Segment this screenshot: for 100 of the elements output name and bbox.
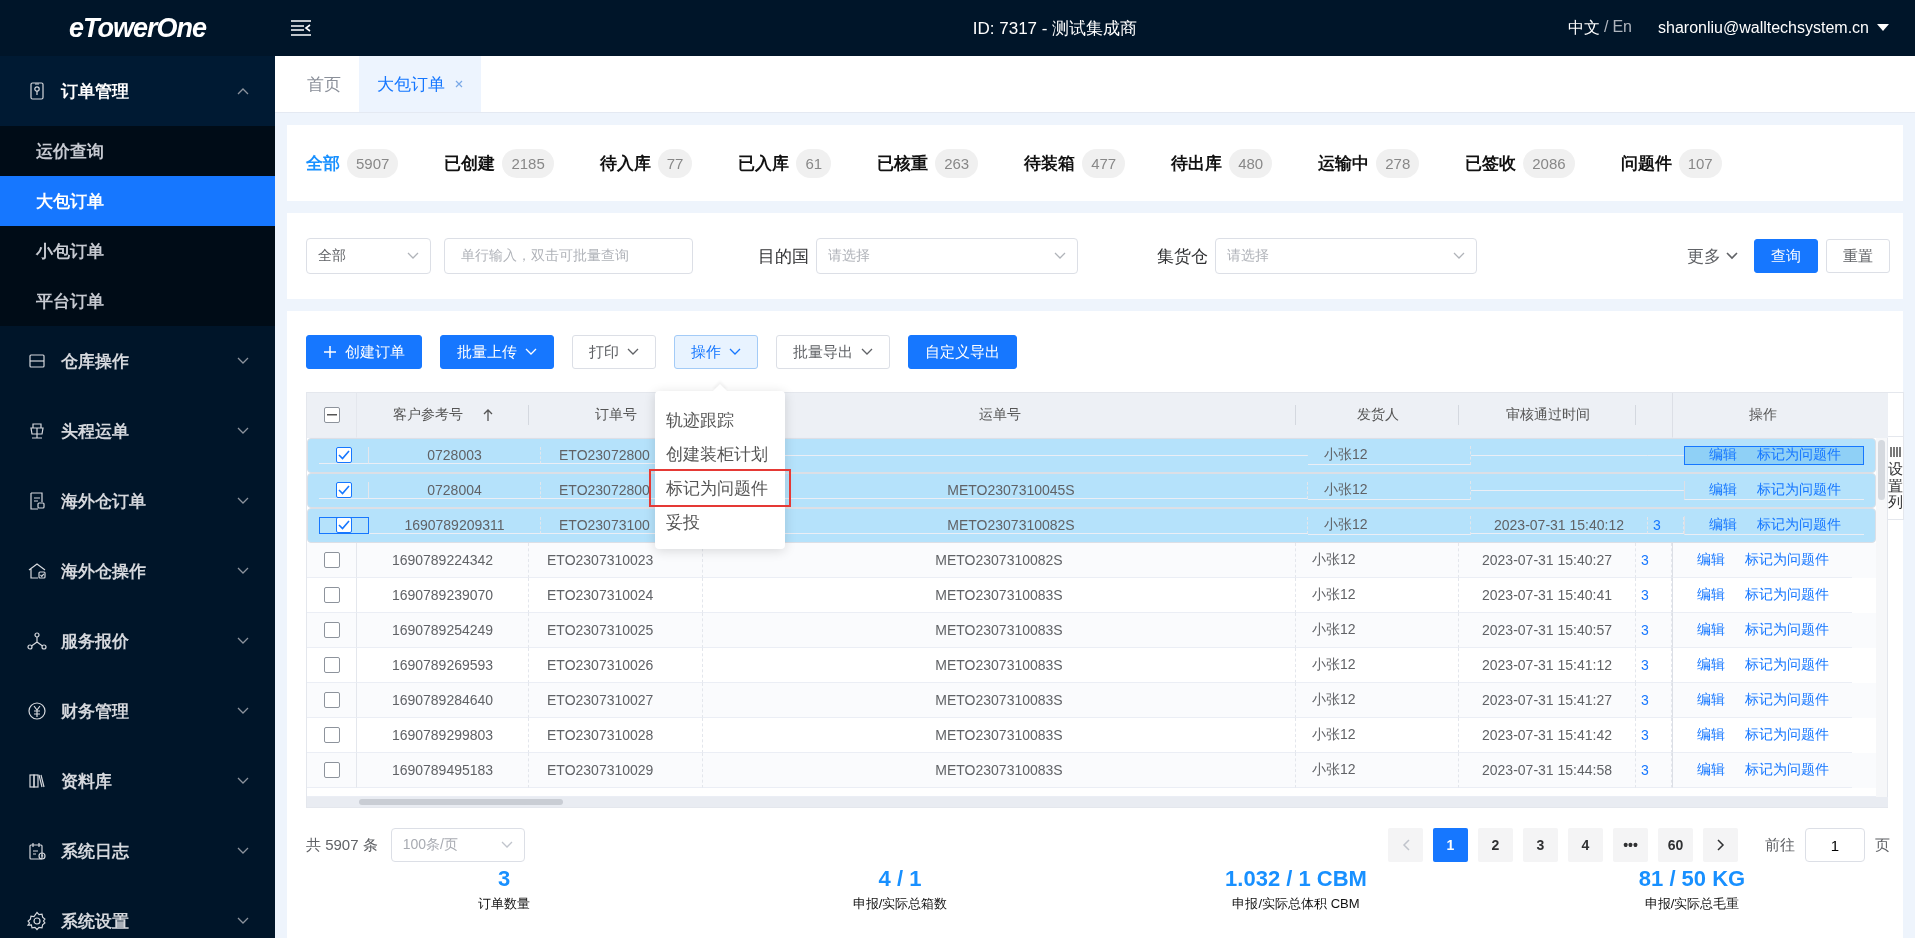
more-toggle[interactable]: 更多 [1687, 244, 1738, 268]
toolbar-button[interactable]: 操作 [674, 335, 758, 369]
column-header[interactable]: 操作 [1748, 406, 1777, 424]
check-icon [337, 520, 350, 530]
language-option[interactable]: En [1612, 17, 1632, 39]
page-input[interactable]: 1 [1805, 828, 1865, 862]
status-tab[interactable]: 已签收 2086 [1465, 148, 1575, 178]
table-cell: ETO23072800 [559, 447, 650, 463]
row-action-link[interactable]: 编辑 [1696, 726, 1725, 744]
scope-select[interactable]: 全部 [306, 238, 431, 274]
checkbox[interactable] [335, 517, 352, 533]
sidebar-group[interactable]: 资料库 [0, 746, 275, 816]
status-tab[interactable]: 已核重 263 [877, 148, 979, 178]
checkbox[interactable] [323, 762, 340, 778]
row-action-link[interactable]: 标记为问题件 [1744, 656, 1829, 674]
page-button[interactable]: 1 [1433, 828, 1468, 862]
sidebar-group[interactable]: 订单管理 [0, 56, 275, 126]
menu-item[interactable]: 轨迹跟踪 [655, 403, 785, 437]
menu-item[interactable]: 标记为问题件 [651, 471, 789, 505]
status-tab[interactable]: 问题件 107 [1620, 148, 1722, 178]
sidebar-group[interactable]: 头程运单 [0, 396, 275, 466]
column-header[interactable]: 审核通过时间 [1505, 406, 1590, 424]
row-action-link[interactable]: 标记为问题件 [1744, 586, 1829, 604]
chevron-icon [1453, 252, 1465, 260]
checkbox[interactable] [323, 727, 340, 743]
settings-icon [27, 911, 47, 931]
separator: / [1603, 17, 1609, 37]
search-button[interactable]: 查询 [1754, 239, 1818, 273]
checkbox[interactable] [323, 657, 340, 673]
checkbox[interactable] [323, 407, 340, 423]
next-page-button[interactable] [1703, 828, 1738, 862]
page-button[interactable]: 3 [1523, 828, 1558, 862]
page-button[interactable]: ••• [1613, 828, 1648, 862]
page-button[interactable]: 2 [1478, 828, 1513, 862]
toolbar-button[interactable]: 创建订单 [306, 335, 422, 369]
row-action-link[interactable]: 编辑 [1696, 761, 1725, 779]
page-button[interactable]: 60 [1658, 828, 1693, 862]
sidebar-group[interactable]: 仓库操作 [0, 326, 275, 396]
row-action-link[interactable]: 标记为问题件 [1744, 551, 1829, 569]
menu-icon[interactable] [290, 19, 312, 37]
checkbox[interactable] [323, 552, 340, 568]
close-icon[interactable] [455, 80, 463, 88]
column-header[interactable]: 运单号 [978, 406, 1021, 424]
checkbox[interactable] [323, 692, 340, 708]
checkbox[interactable] [335, 482, 352, 498]
sidebar-group[interactable]: 系统日志 [0, 816, 275, 886]
menu-item[interactable]: 妥投 [655, 505, 785, 539]
status-tab[interactable]: 待入库 77 [599, 148, 693, 178]
sidebar-group[interactable]: 海外仓操作 [0, 536, 275, 606]
page-tab[interactable]: 大包订单 [359, 56, 481, 112]
summary-value: 1.032 / 1 CBM [1225, 866, 1367, 892]
menu-item[interactable]: 创建装柜计划 [655, 437, 785, 471]
table-cell: 小张12 [1312, 726, 1356, 744]
table-cell: 3 [1653, 517, 1661, 533]
toolbar-button[interactable]: 打印 [572, 335, 656, 369]
chevron-icon [500, 841, 513, 849]
status-tab[interactable]: 已创建 2185 [444, 148, 554, 178]
toolbar-button[interactable]: 批量导出 [776, 335, 890, 369]
status-tab[interactable]: 运输中 278 [1318, 148, 1420, 178]
row-action-link[interactable]: 编辑 [1696, 586, 1725, 604]
chevron-icon [407, 252, 419, 260]
sidebar-item[interactable]: 运价查询 [0, 126, 275, 176]
row-action-link[interactable]: 标记为问题件 [1744, 726, 1829, 744]
status-tab[interactable]: 已入库 61 [738, 148, 832, 178]
row-action-link[interactable]: 编辑 [1696, 551, 1725, 569]
row-action-link[interactable]: 标记为问题件 [1744, 691, 1829, 709]
row-action-link[interactable]: 标记为问题件 [1744, 621, 1829, 639]
status-tab[interactable]: 待装箱 477 [1024, 148, 1126, 178]
column-header[interactable]: 订单号 [595, 406, 637, 424]
toolbar-button[interactable]: 自定义导出 [908, 335, 1017, 369]
user-menu[interactable]: sharonliu@walltechsystem.cn [1658, 19, 1869, 37]
sidebar-item[interactable]: 大包订单 [0, 176, 275, 226]
checkbox[interactable] [323, 622, 340, 638]
sidebar-group[interactable]: 系统设置 [0, 886, 275, 938]
sort-arrow-icon[interactable] [483, 408, 493, 422]
checkbox[interactable] [323, 587, 340, 603]
language-option[interactable]: 中文 [1567, 17, 1600, 39]
table-cell: 0728003 [427, 447, 482, 463]
row-action-link[interactable]: 编辑 [1696, 691, 1725, 709]
column-settings-button[interactable]: 设置列 [1888, 437, 1904, 520]
reset-button[interactable]: 重置 [1826, 239, 1890, 273]
sidebar-group[interactable]: 财务管理 [0, 676, 275, 746]
sidebar-group[interactable]: 海外仓订单 [0, 466, 275, 536]
table-cell: 小张12 [1324, 481, 1368, 499]
chevron-icon [237, 847, 249, 855]
checkbox[interactable] [335, 447, 352, 463]
row-action-link[interactable]: 编辑 [1696, 656, 1725, 674]
scrollbar[interactable] [1876, 438, 1888, 797]
toolbar-button[interactable]: 批量上传 [440, 335, 554, 369]
page-button[interactable]: 4 [1568, 828, 1603, 862]
status-tab[interactable]: 待出库 480 [1171, 148, 1273, 178]
sidebar-item[interactable]: 小包订单 [0, 226, 275, 276]
sidebar-group[interactable]: 服务报价 [0, 606, 275, 676]
row-action-link[interactable]: 标记为问题件 [1744, 761, 1829, 779]
sidebar-item[interactable]: 平台订单 [0, 276, 275, 326]
row-action-link[interactable]: 编辑 [1696, 621, 1725, 639]
column-header[interactable]: 发货人 [1356, 406, 1399, 424]
caret-icon[interactable] [1877, 24, 1889, 32]
column-header[interactable]: 客户参考号 [393, 406, 463, 424]
scrollbar[interactable] [307, 797, 1888, 807]
